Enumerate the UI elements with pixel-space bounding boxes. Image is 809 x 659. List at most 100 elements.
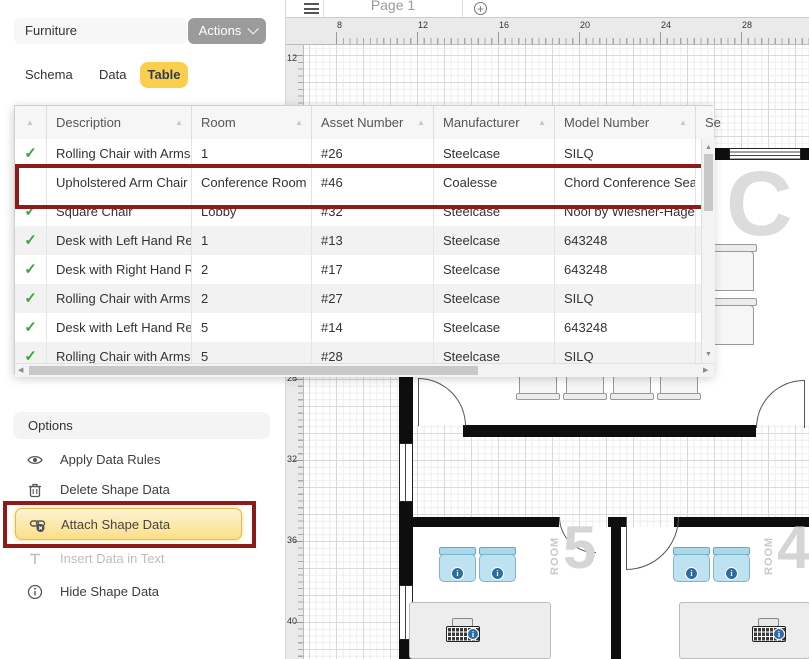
table-cell[interactable]: 643248 [554, 226, 696, 256]
wall [463, 425, 756, 437]
info-badge-icon[interactable]: i [725, 567, 738, 580]
table-cell[interactable]: Lobby [191, 197, 312, 227]
table-cell[interactable]: Steelcase [433, 284, 555, 314]
table-cell[interactable]: #17 [311, 255, 434, 285]
table-cell[interactable]: 643248 [554, 313, 696, 343]
option-delete-shape-data[interactable]: Delete Shape Data [0, 480, 285, 502]
column-header-Se[interactable]: Se [695, 106, 715, 139]
table-cell[interactable]: Rolling Chair with Arms... [46, 284, 192, 314]
sort-arrow-icon[interactable]: ▲ [295, 106, 303, 139]
info-badge-icon[interactable]: i [773, 628, 785, 640]
table-cell[interactable]: #32 [311, 197, 434, 227]
option-apply-data-rules[interactable]: Apply Data Rules [0, 450, 285, 472]
cell-text: 1 [191, 146, 208, 161]
column-header-Description[interactable]: Description▲ [46, 106, 192, 139]
table-row[interactable]: ✓Rolling Chair with Arms...1#26Steelcase… [15, 139, 701, 168]
scroll-down-icon[interactable]: ▼ [705, 348, 712, 361]
hscroll-thumb[interactable] [29, 366, 478, 375]
sort-arrow-icon[interactable]: ▲ [679, 106, 687, 139]
vscroll-thumb[interactable] [704, 154, 713, 211]
table-row[interactable]: ✓Rolling Chair with Arms...2#27Steelcase… [15, 284, 701, 313]
table-cell[interactable]: Steelcase [433, 197, 555, 227]
info-badge-icon[interactable]: i [467, 628, 479, 640]
add-page-button[interactable]: + [474, 2, 487, 15]
table-cell[interactable]: 5 [191, 313, 312, 343]
vertical-scrollbar[interactable]: ▲ ▼ [701, 139, 715, 363]
table-cell[interactable]: Rolling Chair with Arms... [46, 342, 192, 363]
table-row[interactable]: ✓Desk with Left Hand Re...1#13Steelcase6… [15, 226, 701, 255]
info-badge-icon[interactable]: i [685, 567, 698, 580]
dataset-name-field[interactable]: Furniture [14, 18, 187, 44]
info-badge-icon[interactable]: i [451, 567, 464, 580]
option-hide-shape-data[interactable]: Hide Shape Data [0, 582, 285, 604]
tab-schema[interactable]: Schema [25, 62, 73, 88]
sort-arrow-icon[interactable]: ▲ [26, 106, 34, 139]
table-cell[interactable]: Chord Conference Seat... [554, 168, 696, 198]
table-cell[interactable]: SILQ [554, 284, 696, 314]
table-cell[interactable]: 1 [191, 226, 312, 256]
table-cell[interactable]: Steelcase [433, 139, 555, 169]
page-tab[interactable]: Page 1 [323, 0, 463, 18]
scroll-right-icon[interactable]: ▶ [703, 364, 708, 377]
table-cell[interactable]: #13 [311, 226, 434, 256]
actions-button[interactable]: Actions [188, 18, 266, 44]
room-divider-wall [611, 527, 621, 659]
table-cell[interactable]: Desk with Right Hand R... [46, 255, 192, 285]
table-cell[interactable]: Rolling Chair with Arms... [46, 139, 192, 169]
column-header-Asset Number[interactable]: Asset Number▲ [311, 106, 434, 139]
table-cell[interactable]: Nooi by Wiesner-Hager [554, 197, 696, 227]
check-icon: ✓ [15, 255, 47, 285]
option-label: Insert Data in Text [60, 551, 165, 566]
table-cell[interactable]: #46 [311, 168, 434, 198]
table-cell[interactable]: #27 [311, 284, 434, 314]
table-cell[interactable]: Conference Room [191, 168, 312, 198]
table-cell[interactable]: Desk with Left Hand Re... [46, 313, 192, 343]
scroll-up-icon[interactable]: ▲ [705, 141, 712, 154]
table-row[interactable]: ✓Desk with Right Hand R...2#17Steelcase6… [15, 255, 701, 284]
column-header-Model Number[interactable]: Model Number▲ [554, 106, 696, 139]
column-header-select[interactable]: ▲ [15, 106, 47, 139]
check-icon: ✓ [15, 284, 47, 314]
tab-table[interactable]: Table [140, 62, 188, 88]
cell-text: 643248 [554, 320, 607, 335]
cell-text: Desk with Left Hand Re... [46, 233, 192, 248]
table-cell[interactable]: 5 [191, 342, 312, 363]
table-cell[interactable]: Steelcase [433, 226, 555, 256]
scroll-left-icon[interactable]: ◀ [18, 364, 23, 377]
table-cell[interactable]: Steelcase [433, 255, 555, 285]
table-row[interactable]: ✓Square ChairLobby#32SteelcaseNooi by Wi… [15, 197, 701, 226]
table-cell[interactable]: #26 [311, 139, 434, 169]
table-cell[interactable]: Coalesse [433, 168, 555, 198]
table-cell[interactable]: 2 [191, 284, 312, 314]
table-row[interactable]: Upholstered Arm ChairConference Room#46C… [15, 168, 701, 197]
table-cell[interactable]: #14 [311, 313, 434, 343]
table-cell[interactable]: 2 [191, 255, 312, 285]
vruler-number: 12 [287, 53, 297, 63]
column-header-Manufacturer[interactable]: Manufacturer▲ [433, 106, 555, 139]
table-cell[interactable]: Desk with Left Hand Re... [46, 226, 192, 256]
table-cell[interactable]: #28 [311, 342, 434, 363]
vruler-number: 36 [287, 535, 297, 545]
table-cell[interactable]: Steelcase [433, 342, 555, 363]
table-cell[interactable]: Steelcase [433, 313, 555, 343]
sort-arrow-icon[interactable]: ▲ [538, 106, 546, 139]
table-row[interactable]: ✓Desk with Left Hand Re...5#14Steelcase6… [15, 313, 701, 342]
info-badge-icon[interactable]: i [491, 567, 504, 580]
table-cell[interactable]: 643248 [554, 255, 696, 285]
tab-data[interactable]: Data [99, 62, 126, 88]
table-cell[interactable]: 1 [191, 139, 312, 169]
option-label: Apply Data Rules [60, 452, 160, 467]
option-label: Hide Shape Data [60, 584, 159, 599]
room4-word: ROOM [763, 535, 775, 575]
cell-text: 1 [191, 233, 208, 248]
table-cell[interactable]: Square Chair [46, 197, 192, 227]
table-cell[interactable]: SILQ [554, 342, 696, 363]
column-header-Room[interactable]: Room▲ [191, 106, 312, 139]
table-cell[interactable]: Upholstered Arm Chair [46, 168, 192, 198]
sort-arrow-icon[interactable]: ▲ [417, 106, 425, 139]
horizontal-scrollbar[interactable]: ◀ ▶ [15, 363, 714, 377]
sort-arrow-icon[interactable]: ▲ [175, 106, 183, 139]
page-list-icon[interactable] [304, 3, 319, 14]
table-cell[interactable]: SILQ [554, 139, 696, 169]
table-row[interactable]: ✓Rolling Chair with Arms...5#28Steelcase… [15, 342, 701, 363]
